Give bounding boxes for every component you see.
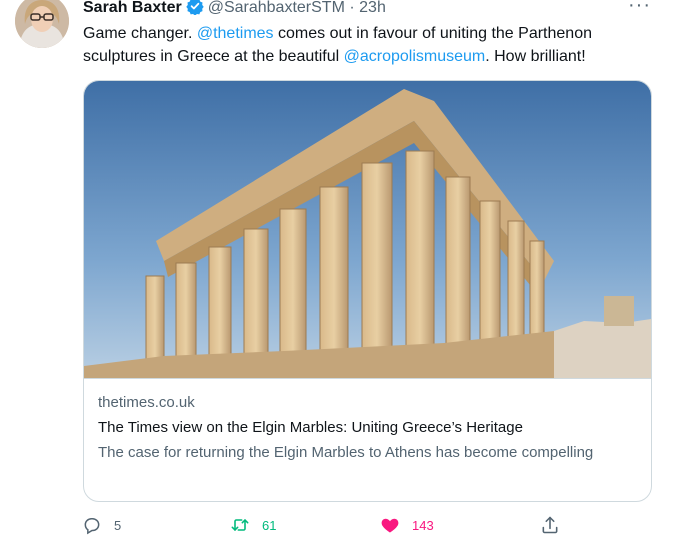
author-handle[interactable]: @SarahbaxterSTM: [208, 0, 345, 16]
card-title: The Times view on the Elgin Marbles: Uni…: [98, 419, 523, 436]
card-description: The case for returning the Elgin Marbles…: [98, 444, 594, 461]
like-count: 143: [412, 517, 434, 533]
share-button[interactable]: [540, 515, 560, 535]
retweet-button[interactable]: 61: [230, 515, 276, 535]
reply-icon: [84, 518, 100, 535]
reply-count: 5: [114, 517, 122, 533]
verified-badge-icon: [186, 0, 204, 15]
mention-link[interactable]: @thetimes: [197, 25, 274, 42]
tweet-header: Sarah Baxter @SarahbaxterSTM · 23h: [83, 0, 386, 18]
avatar-image: [15, 0, 69, 48]
reply-button[interactable]: 5: [82, 515, 121, 535]
avatar[interactable]: [15, 0, 69, 48]
more-icon[interactable]: ···: [628, 0, 651, 17]
card-domain: thetimes.co.uk: [98, 394, 195, 411]
text-segment: Game changer.: [83, 25, 197, 42]
author-name[interactable]: Sarah Baxter: [83, 0, 182, 16]
mention-link[interactable]: @acropolismuseum: [344, 48, 486, 65]
action-bar: 5 61 143: [0, 510, 689, 542]
retweet-count: 61: [262, 517, 277, 533]
share-icon: [542, 516, 558, 534]
card-image: [84, 81, 651, 379]
tweet-text: Game changer. @thetimes comes out in fav…: [83, 22, 658, 68]
text-segment: . How brilliant!: [485, 48, 586, 65]
timestamp[interactable]: 23h: [359, 0, 386, 16]
heart-icon: [381, 518, 399, 533]
retweet-icon: [231, 519, 249, 531]
separator: ·: [349, 0, 355, 16]
like-button[interactable]: 143: [380, 515, 434, 535]
link-card[interactable]: thetimes.co.uk The Times view on the Elg…: [83, 80, 652, 502]
